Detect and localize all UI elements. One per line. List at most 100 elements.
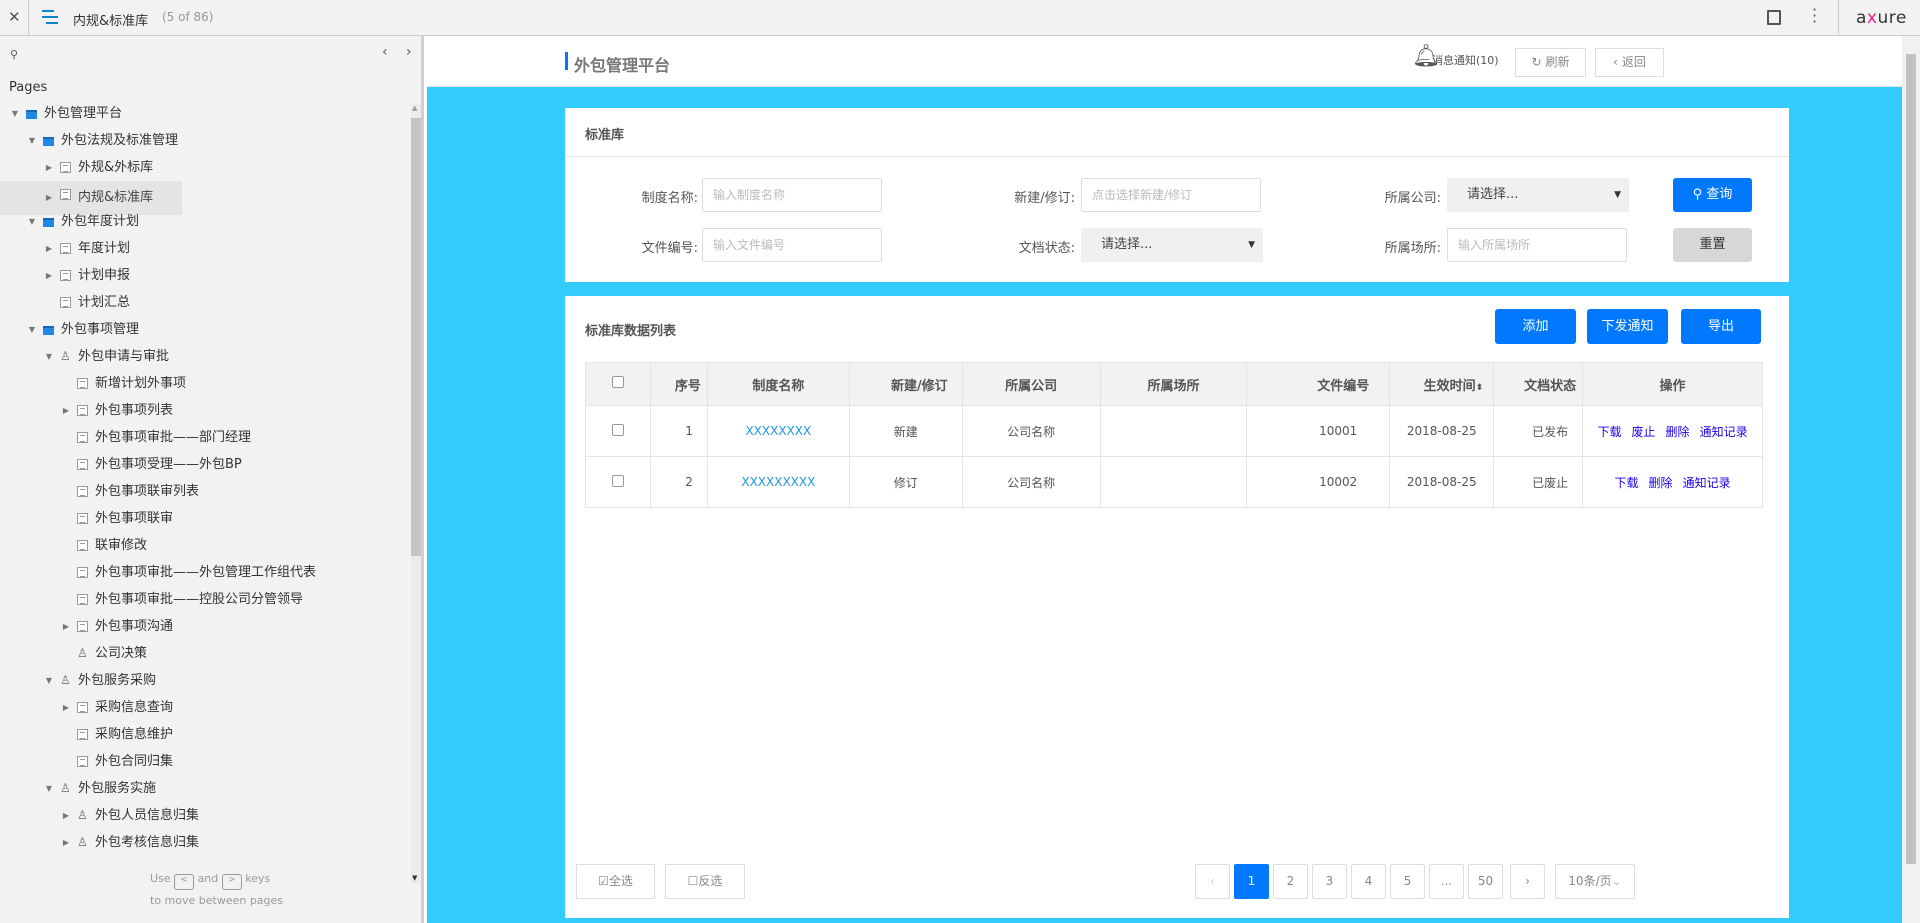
page-size-select[interactable]: 10条/页⌄	[1555, 864, 1635, 899]
tree-item[interactable]: ▶ 外包事项沟通	[0, 613, 410, 640]
add-button[interactable]: 添加	[1495, 309, 1576, 344]
tree-item[interactable]: ▶ ♙ 外包考核信息归集	[0, 829, 410, 856]
page-button[interactable]: ...	[1429, 864, 1464, 899]
send-notice-button[interactable]: 下发通知	[1587, 309, 1668, 344]
page-button[interactable]: 3	[1312, 864, 1347, 899]
action-link[interactable]: 废止	[1632, 425, 1656, 439]
name-link[interactable]: XXXXXXXX	[745, 424, 811, 438]
tree-item[interactable]: 外包事项审批——控股公司分管领导	[0, 586, 410, 613]
scroll-down-icon[interactable]: ▼	[412, 874, 417, 882]
tree-item[interactable]: 外包事项审批——部门经理	[0, 424, 410, 451]
name-link[interactable]: XXXXXXXXX	[741, 475, 815, 489]
type-input[interactable]: 点击选择新建/修订	[1081, 178, 1261, 212]
tree-item[interactable]: 外包事项联审	[0, 505, 410, 532]
notes-icon[interactable]	[1767, 10, 1781, 25]
page-button[interactable]: 2	[1273, 864, 1308, 899]
tree-item[interactable]: 计划汇总	[0, 289, 410, 316]
row-select[interactable]	[585, 456, 651, 508]
checkbox[interactable]	[611, 474, 624, 487]
scrollbar-thumb[interactable]	[411, 118, 421, 556]
scroll-up-icon[interactable]: ▲	[412, 104, 417, 112]
search-icon[interactable]: ⚲	[10, 48, 18, 61]
action-link[interactable]: 删除	[1649, 476, 1673, 490]
invert-selection-button[interactable]: ☐反选	[665, 864, 745, 899]
tree-item[interactable]: 采购信息维护	[0, 721, 410, 748]
tree-item[interactable]: 新增计划外事项	[0, 370, 410, 397]
name-input[interactable]: 输入制度名称	[702, 178, 882, 212]
sort-icon[interactable]: ⬍	[1476, 383, 1484, 393]
caret-right-icon[interactable]: ▶	[44, 235, 54, 262]
caret-down-icon[interactable]: ▼	[10, 100, 20, 127]
caret-down-icon[interactable]: ▼	[44, 343, 54, 370]
reset-button[interactable]: 重置	[1673, 228, 1752, 262]
notifications-link[interactable]: 消息通知(10)	[1432, 52, 1499, 68]
row-select[interactable]	[585, 405, 651, 457]
tree-item[interactable]: ▼ 外包法规及标准管理	[0, 127, 410, 154]
company-select[interactable]: 请选择... ▼	[1447, 178, 1629, 212]
tree-item[interactable]: 外包事项受理——外包BP	[0, 451, 410, 478]
tree-item[interactable]: ▼ 外包年度计划	[0, 208, 410, 235]
hamburger-icon[interactable]	[42, 10, 58, 24]
caret-right-icon[interactable]: ▶	[61, 694, 71, 721]
tree-item[interactable]: ▶ ♙ 外包人员信息归集	[0, 802, 410, 829]
action-link[interactable]: 通知记录	[1700, 425, 1748, 439]
col-date[interactable]: 生效时间⬍	[1389, 362, 1495, 406]
caret-down-icon[interactable]: ▼	[44, 667, 54, 694]
docno-input[interactable]: 输入文件编号	[702, 228, 882, 262]
close-icon[interactable]: ✕	[8, 8, 21, 26]
tree-scrollbar[interactable]: ▲ ▼	[411, 104, 421, 884]
caret-right-icon[interactable]: ▶	[61, 613, 71, 640]
caret-right-icon[interactable]: ▶	[61, 802, 71, 829]
select-all-button[interactable]: ☑全选	[576, 864, 655, 899]
page-scrollbar[interactable]	[1902, 36, 1920, 923]
caret-right-icon[interactable]: ▶	[61, 829, 71, 856]
caret-right-icon[interactable]: ▶	[61, 397, 71, 424]
action-link[interactable]: 通知记录	[1683, 476, 1731, 490]
page-button[interactable]: 5	[1390, 864, 1425, 899]
cell-name[interactable]: XXXXXXXXX	[706, 456, 850, 508]
scrollbar-thumb[interactable]	[1906, 54, 1916, 864]
tree-item[interactable]: ▼ 外包管理平台	[0, 100, 410, 127]
prev-page-button[interactable]: ‹	[1195, 864, 1230, 899]
caret-down-icon[interactable]: ▼	[44, 775, 54, 802]
refresh-button[interactable]: ↻ 刷新	[1515, 48, 1586, 77]
select-all-header[interactable]	[585, 362, 651, 406]
next-page-icon[interactable]: ›	[406, 44, 412, 60]
page-button[interactable]: 1	[1234, 864, 1269, 899]
next-page-button[interactable]: ›	[1510, 864, 1545, 899]
action-link[interactable]: 删除	[1666, 425, 1690, 439]
tree-item[interactable]: 联审修改	[0, 532, 410, 559]
tree-item[interactable]: ▶ 采购信息查询	[0, 694, 410, 721]
caret-down-icon[interactable]: ▼	[27, 316, 37, 343]
tree-item[interactable]: ▼ ♙ 外包服务采购	[0, 667, 410, 694]
checkbox[interactable]	[611, 423, 624, 436]
tree-item[interactable]: ♙ 公司决策	[0, 640, 410, 667]
tree-item[interactable]: ▶ 计划申报	[0, 262, 410, 289]
tree-item[interactable]: ▼ ♙ 外包服务实施	[0, 775, 410, 802]
action-link[interactable]: 下载	[1615, 476, 1639, 490]
tree-item[interactable]: ▼ 外包事项管理	[0, 316, 410, 343]
caret-right-icon[interactable]: ▶	[44, 154, 54, 181]
tree-item[interactable]: ▶ 年度计划	[0, 235, 410, 262]
tree-item[interactable]: 外包合同归集	[0, 748, 410, 775]
export-button[interactable]: 导出	[1681, 309, 1761, 344]
more-vertical-icon[interactable]: · · ·	[1812, 2, 1818, 30]
tree-item[interactable]: ▶ 外规&外标库	[0, 154, 410, 181]
tree-item[interactable]: 外包事项审批——外包管理工作组代表	[0, 559, 410, 586]
cell-name[interactable]: XXXXXXXX	[706, 405, 850, 457]
prev-page-icon[interactable]: ‹	[382, 44, 388, 60]
page-button[interactable]: 50	[1468, 864, 1503, 899]
caret-down-icon[interactable]: ▼	[27, 208, 37, 235]
caret-right-icon[interactable]: ▶	[44, 262, 54, 289]
tree-item[interactable]: ▶ 外包事项列表	[0, 397, 410, 424]
tree-item[interactable]: ▼ ♙ 外包申请与审批	[0, 343, 410, 370]
checkbox[interactable]	[611, 376, 624, 388]
back-button[interactable]: ‹ 返回	[1595, 48, 1664, 77]
place-input[interactable]: 输入所属场所	[1447, 228, 1627, 262]
action-link[interactable]: 下载	[1598, 425, 1622, 439]
caret-down-icon[interactable]: ▼	[27, 127, 37, 154]
query-button[interactable]: ⚲ 查询	[1673, 178, 1752, 212]
tree-item[interactable]: 外包事项联审列表	[0, 478, 410, 505]
page-button[interactable]: 4	[1351, 864, 1386, 899]
status-select[interactable]: 请选择... ▼	[1081, 228, 1263, 262]
